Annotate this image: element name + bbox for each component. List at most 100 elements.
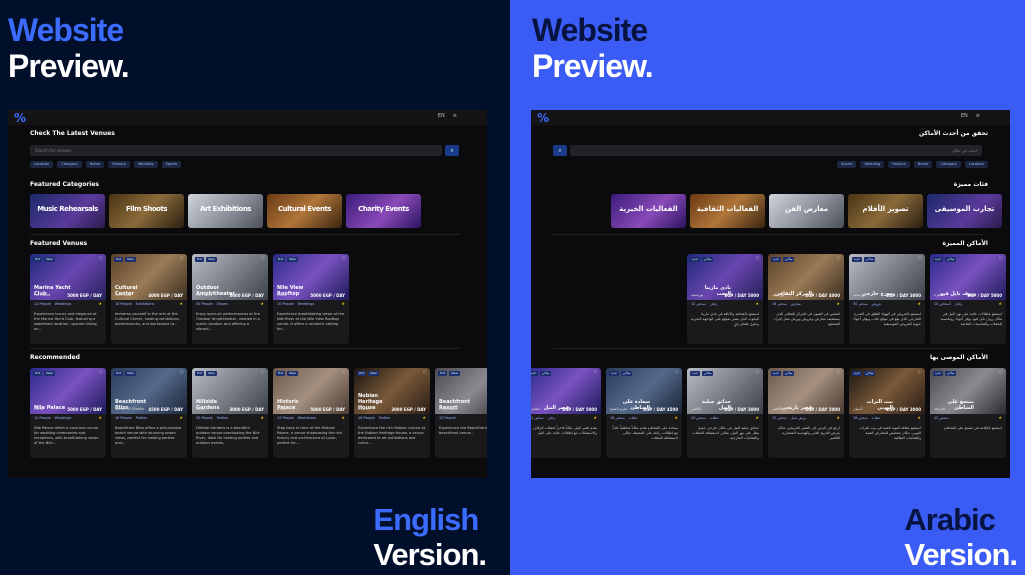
venue-card[interactable]: Hot New ♡ Nubian Heritage House Aswan 3000 EG… (354, 368, 430, 458)
venue-card[interactable]: Hot New ♡ Nile View Rooftop Cairo 5000 EGP / … (273, 254, 349, 344)
venue-tags: 12 شخصزفاف (691, 302, 717, 306)
badge-new: New (287, 257, 298, 262)
badge-hot: جديد (531, 371, 538, 376)
filter-name[interactable]: Name (85, 161, 105, 168)
venue-card[interactable]: جديد ساخن ♡ المركز الثقافي بورسعيد EGP / DAY … (768, 254, 844, 344)
filter-location[interactable]: Location (964, 161, 988, 168)
venue-type: زفاف (709, 302, 718, 306)
filter-category[interactable]: Category (57, 161, 82, 168)
category-card[interactable]: Charity Events (346, 194, 421, 228)
badge-hot: جديد (771, 371, 781, 376)
venue-card[interactable]: جديد ساخن ♡ روف نايل فيو القاهرة EGP / DAY 50… (930, 254, 1006, 344)
venue-description: ارجع في الزمن إلى القصر التاريخي، مكان ي… (777, 426, 840, 440)
venue-type: ورش عمل (790, 416, 806, 420)
filter-location[interactable]: Location (30, 161, 54, 168)
category-card[interactable]: الفعاليات الخيرية (611, 194, 686, 228)
filter-name[interactable]: Name (913, 161, 933, 168)
venue-card[interactable]: جديد ساخن ♡ حدائق جبلية النيل الأقصر EGP / DA… (687, 368, 763, 458)
favorite-heart-icon[interactable]: ♡ (837, 370, 841, 376)
category-card[interactable]: الفعاليات الثقافية (690, 194, 765, 228)
favorite-heart-icon[interactable]: ♡ (837, 256, 841, 262)
category-card[interactable]: Film Shoots (109, 194, 184, 228)
search-input[interactable]: ابحث عن مكان (570, 145, 982, 156)
venue-card[interactable]: جديد ساخن ♡ نادي مارينا اليخت بورسعيد EGP / D… (687, 254, 763, 344)
favorite-heart-icon[interactable]: ♡ (342, 370, 346, 376)
favorite-heart-icon[interactable]: ♡ (594, 370, 598, 376)
favorite-heart-icon[interactable]: ♡ (99, 370, 103, 376)
rating-star-icon: ★ (674, 415, 678, 420)
filter-category[interactable]: Category (936, 161, 961, 168)
hero-line-1: Website (8, 12, 124, 48)
category-card[interactable]: تصوير الأفلام (848, 194, 923, 228)
search-input[interactable]: Search for venues (30, 145, 442, 156)
venue-capacity: 16 شخص (772, 302, 787, 306)
favorite-heart-icon[interactable]: ♡ (999, 370, 1003, 376)
filter-wedding[interactable]: Wedding (133, 161, 158, 168)
category-card[interactable]: Art Exhibitions (188, 194, 263, 228)
category-label: تجارب الموسيقى (934, 205, 995, 213)
favorite-heart-icon[interactable]: ♡ (918, 256, 922, 262)
arabic-panel: Website Preview. % EN ≡ تحقق من أحدث الأ… (510, 0, 1025, 575)
venue-location: القاهرة (934, 293, 945, 297)
favorite-heart-icon[interactable]: ♡ (261, 256, 265, 262)
venue-card[interactable]: جديد ساخن ♡ مدرج خارجي بورسعيد EGP / DAY 3000… (849, 254, 925, 344)
filter-feature[interactable]: Feature (888, 161, 910, 168)
search-button[interactable]: ⌕ (445, 145, 459, 156)
venue-type: Weddings (297, 302, 315, 306)
venue-card[interactable]: جديدساخن♡قصر النيلالقاهرةEGP / DAY 50001… (531, 368, 601, 458)
venue-card[interactable]: جديد ساخن ♡ منتجع على الشاطئ الغردقة 12 شخص ★ ا… (930, 368, 1006, 458)
venue-card[interactable]: Hot New ♡ Marina Yacht Club Port Said 5000 EG… (30, 254, 106, 344)
menu-icon[interactable]: ≡ (453, 113, 457, 119)
filter-wedding[interactable]: Wedding (860, 161, 885, 168)
venue-card[interactable]: Hot New ♡ Cultural Center Port Said 4000 EGP … (111, 254, 187, 344)
venue-meta: الأقصر EGP / DAY 5000 (772, 407, 840, 412)
venue-card[interactable]: جديد ساخن ♡ سعادة على الشاطئ شرم الشيخ EGP / … (606, 368, 682, 458)
venue-card[interactable]: Hot New ♡ Nile Palace Cairo 5000 EGP / DAY 12 … (30, 368, 106, 458)
language-toggle[interactable]: EN (438, 113, 445, 119)
category-card[interactable]: Cultural Events (267, 194, 342, 228)
search-button[interactable]: ⌕ (553, 145, 567, 156)
favorite-heart-icon[interactable]: ♡ (675, 370, 679, 376)
category-list: الفعاليات الخيرية الفعاليات الثقافية معا… (611, 194, 1002, 228)
logo-icon[interactable]: % (14, 112, 28, 124)
venue-card[interactable]: HotNew♡Beachfront ResortHurghada12 Peopl… (435, 368, 487, 458)
venue-description: Enjoy open-air performances at the Outdo… (196, 312, 260, 331)
venue-card[interactable]: Hot New ♡ Historic Palace Luxor 5000 EGP / DA… (273, 368, 349, 458)
language-toggle[interactable]: EN (961, 113, 968, 119)
favorite-heart-icon[interactable]: ♡ (756, 370, 760, 376)
favorite-heart-icon[interactable]: ♡ (423, 370, 427, 376)
badge-group: جديدساخن (690, 257, 714, 262)
venue-card[interactable]: جديد ساخن ♡ بيت التراث النوبي أسوان EGP / DAY… (849, 368, 925, 458)
venue-card[interactable]: Hot New ♡ Hillside Gardens Luxor 3000 EGP / D… (192, 368, 268, 458)
badge-new: ساخن (620, 371, 633, 376)
filter-feature[interactable]: Feature (108, 161, 130, 168)
favorite-heart-icon[interactable]: ♡ (180, 256, 184, 262)
venue-type: Parties (135, 416, 148, 420)
badge-hot: جديد (852, 257, 862, 262)
venue-card[interactable]: جديد ساخن ♡ قصر تاريخي الأقصر EGP / DAY 5000 1… (768, 368, 844, 458)
favorite-heart-icon[interactable]: ♡ (756, 256, 760, 262)
badge-group: جديدساخن (852, 371, 876, 376)
favorite-heart-icon[interactable]: ♡ (99, 256, 103, 262)
category-card[interactable]: تجارب الموسيقى (927, 194, 1002, 228)
filter-sports[interactable]: Sports (161, 161, 182, 168)
venue-card[interactable]: Hot New ♡ Outdoor Amphitheater Port Said 3000… (192, 254, 268, 344)
favorite-heart-icon[interactable]: ♡ (999, 256, 1003, 262)
favorite-heart-icon[interactable]: ♡ (261, 370, 265, 376)
menu-icon[interactable]: ≡ (976, 113, 980, 119)
badge-group: Hot New (33, 371, 55, 376)
badge-new: New (44, 257, 55, 262)
category-card[interactable]: معارض الفن (769, 194, 844, 228)
venue-location: Cairo (34, 407, 44, 411)
venue-card[interactable]: Hot New ♡ Beachfront Bliss Sharm El Sheikh 45… (111, 368, 187, 458)
logo-icon[interactable]: % (537, 112, 551, 124)
filter-sports[interactable]: Sports (836, 161, 857, 168)
venue-tags: 16 شخص معارض (772, 302, 801, 306)
venue-capacity: 12 People (34, 302, 51, 306)
featured-categories-title: فئات مميزة (953, 181, 988, 188)
favorite-heart-icon[interactable]: ♡ (180, 370, 184, 376)
favorite-heart-icon[interactable]: ♡ (342, 256, 346, 262)
venue-type: Parties (216, 416, 229, 420)
favorite-heart-icon[interactable]: ♡ (918, 370, 922, 376)
category-card[interactable]: Music Rehearsals (30, 194, 105, 228)
